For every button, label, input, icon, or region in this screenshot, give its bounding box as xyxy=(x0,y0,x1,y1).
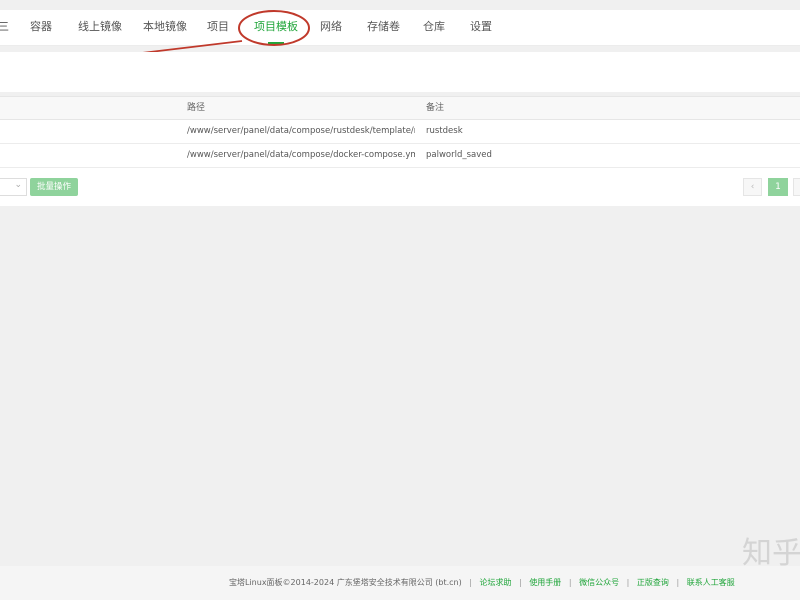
tab-repository[interactable]: 仓库 xyxy=(423,10,445,46)
row-path: /www/server/panel/data/compose/rustdesk/… xyxy=(187,126,415,136)
footer-separator: | xyxy=(676,578,680,587)
table-row[interactable]: /www/server/panel/data/compose/docker-co… xyxy=(0,144,800,168)
tab-online-images[interactable]: 线上镜像 xyxy=(78,10,122,46)
pagination-next-button[interactable] xyxy=(793,178,800,196)
footer-separator: | xyxy=(568,578,572,587)
pagination-prev-button[interactable]: ‹ xyxy=(743,178,762,196)
footer-link-forum[interactable]: 论坛求助 xyxy=(480,578,512,587)
tab-projects[interactable]: 项目 xyxy=(207,10,229,46)
tab-network[interactable]: 网络 xyxy=(320,10,342,46)
batch-operation-button[interactable]: 批量操作 xyxy=(30,178,78,196)
template-table: 路径 备注 /www/server/panel/data/compose/rus… xyxy=(0,96,800,206)
tab-volumes[interactable]: 存储卷 xyxy=(367,10,400,46)
footer-copyright: 宝塔Linux面板©2014-2024 广东堡塔安全技术有限公司 (bt.cn) xyxy=(229,578,462,587)
footer-separator: | xyxy=(469,578,472,587)
column-header-note: 备注 xyxy=(426,103,445,113)
tab-bar: 三 容器 线上镜像 本地镜像 项目 项目模板 网络 存储卷 仓库 设置 xyxy=(0,10,800,46)
footer-separator: | xyxy=(626,578,630,587)
batch-select[interactable]: ⌄ xyxy=(0,178,27,196)
page-footer: 宝塔Linux面板©2014-2024 广东堡塔安全技术有限公司 (bt.cn)… xyxy=(0,566,800,600)
pagination-current-page[interactable]: 1 xyxy=(768,178,788,196)
top-strip xyxy=(0,0,800,10)
tab-settings[interactable]: 设置 xyxy=(470,10,492,46)
tab-containers[interactable]: 容器 xyxy=(30,10,52,46)
footer-link-manual[interactable]: 使用手册 xyxy=(529,578,561,587)
footer-link-license-check[interactable]: 正版查询 xyxy=(637,578,669,587)
footer-separator: | xyxy=(519,578,522,587)
table-row[interactable]: /www/server/panel/data/compose/rustdesk/… xyxy=(0,120,800,144)
tab-project-templates[interactable]: 项目模板 xyxy=(254,10,298,46)
table-footer: ⌄ 批量操作 ‹ 1 xyxy=(0,168,800,206)
footer-link-wechat[interactable]: 微信公众号 xyxy=(579,578,619,587)
toolbar-area xyxy=(0,52,800,92)
row-note: palworld_saved xyxy=(426,150,492,160)
tab-local-images[interactable]: 本地镜像 xyxy=(143,10,187,46)
footer-link-contact-support[interactable]: 联系人工客服 xyxy=(687,578,735,587)
tab-overview[interactable]: 三 xyxy=(0,10,9,46)
chevron-down-icon: ⌄ xyxy=(14,180,22,190)
table-header: 路径 备注 xyxy=(0,96,800,120)
row-path: /www/server/panel/data/compose/docker-co… xyxy=(187,150,415,160)
column-header-path: 路径 xyxy=(187,103,206,113)
row-note: rustdesk xyxy=(426,126,463,136)
